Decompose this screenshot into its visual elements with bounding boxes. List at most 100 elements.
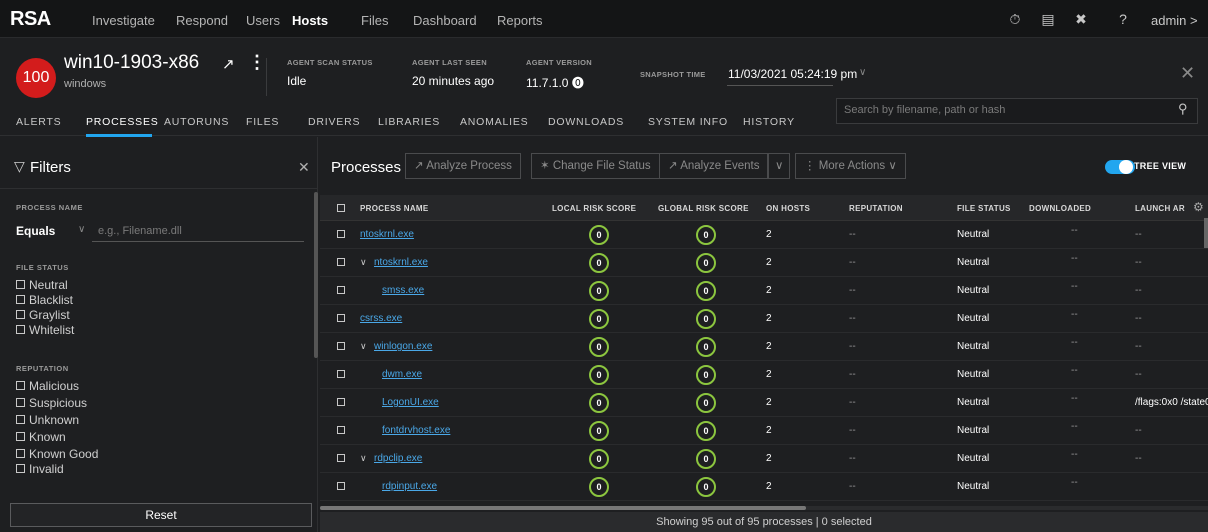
file-status-blacklist-checkbox[interactable]: Blacklist — [16, 293, 73, 307]
tab-libraries[interactable]: LIBRARIES — [378, 116, 440, 128]
chevron-down-icon[interactable]: ∨ — [859, 67, 866, 78]
tab-system-info[interactable]: SYSTEM INFO — [648, 116, 728, 128]
checkbox-icon[interactable] — [16, 464, 25, 473]
tab-downloads[interactable]: DOWNLOADS — [548, 116, 624, 128]
external-link-icon[interactable]: ↗ — [222, 55, 235, 73]
vertical-scroll-thumb[interactable] — [1204, 218, 1208, 248]
process-name-link[interactable]: csrss.exe — [360, 313, 402, 324]
checkbox-icon[interactable] — [16, 325, 25, 334]
reset-button[interactable]: Reset — [10, 503, 312, 527]
checkbox-icon[interactable] — [16, 280, 25, 289]
rsa-logo[interactable]: RSA — [10, 8, 51, 31]
column-global-risk-score[interactable]: GLOBAL RISK SCORE — [658, 204, 749, 213]
tab-history[interactable]: HISTORY — [743, 116, 795, 128]
process-name-link[interactable]: fontdrvhost.exe — [382, 425, 450, 436]
select-all-checkbox[interactable] — [337, 204, 345, 212]
change-file-status-button[interactable]: ✶ Change File Status — [531, 153, 660, 179]
process-name-link[interactable]: LogonUI.exe — [382, 397, 439, 408]
checkbox-icon[interactable] — [16, 449, 25, 458]
close-filters-icon[interactable]: ✕ — [298, 159, 310, 176]
chevron-down-icon[interactable]: ∨ — [360, 341, 367, 352]
chevron-down-icon[interactable]: ∨ — [360, 453, 367, 464]
reputation-known-checkbox[interactable]: Known — [16, 430, 66, 444]
row-checkbox[interactable] — [337, 286, 345, 294]
column-process-name[interactable]: PROCESS NAME — [360, 204, 429, 213]
reputation-unknown-checkbox[interactable]: Unknown — [16, 413, 79, 427]
process-name-link[interactable]: ntoskrnl.exe — [374, 257, 428, 268]
row-checkbox[interactable] — [337, 482, 345, 490]
file-status-graylist-checkbox[interactable]: Graylist — [16, 308, 70, 322]
gear-icon[interactable]: ⚙ — [1193, 200, 1204, 214]
more-actions-button[interactable]: ⋮ More Actions ∨ — [795, 153, 906, 179]
tab-drivers[interactable]: DRIVERS — [308, 116, 360, 128]
row-checkbox[interactable] — [337, 342, 345, 350]
notes-icon[interactable]: ▤ — [1039, 10, 1057, 28]
checkbox-icon[interactable] — [16, 381, 25, 390]
timer-icon[interactable]: ⏱ — [1006, 10, 1024, 28]
analyze-events-dropdown[interactable]: ∨ — [768, 153, 791, 179]
help-icon[interactable]: ? — [1114, 10, 1132, 28]
column-launch-arguments[interactable]: LAUNCH AR — [1135, 204, 1185, 213]
row-checkbox[interactable] — [337, 370, 345, 378]
checkbox-icon[interactable] — [16, 415, 25, 424]
reputation-suspicious-checkbox[interactable]: Suspicious — [16, 396, 87, 410]
row-checkbox[interactable] — [337, 398, 345, 406]
toggle-knob[interactable] — [1119, 160, 1133, 174]
chevron-down-icon[interactable]: ∨ — [78, 224, 85, 235]
process-name-link[interactable]: dwm.exe — [382, 369, 422, 380]
nav-hosts[interactable]: Hosts — [292, 13, 328, 28]
nav-respond[interactable]: Respond — [176, 13, 228, 28]
row-checkbox[interactable] — [337, 230, 345, 238]
tab-anomalies[interactable]: ANOMALIES — [460, 116, 528, 128]
column-reputation[interactable]: REPUTATION — [849, 204, 903, 213]
process-name-link[interactable]: ntoskrnl.exe — [360, 229, 414, 240]
column-on-hosts[interactable]: ON HOSTS — [766, 204, 810, 213]
local-risk-score-badge: 0 — [589, 309, 609, 329]
process-name-link[interactable]: rdpclip.exe — [374, 453, 422, 464]
checkbox-icon[interactable] — [16, 295, 25, 304]
chevron-down-icon[interactable]: ∨ — [360, 257, 367, 268]
snapshot-time-label: SNAPSHOT TIME — [640, 70, 706, 79]
horizontal-scroll-thumb[interactable] — [320, 506, 806, 510]
row-checkbox[interactable] — [337, 426, 345, 434]
tools-icon[interactable]: ✖ — [1072, 10, 1090, 28]
tab-alerts[interactable]: ALERTS — [16, 116, 61, 128]
reputation-known-good-checkbox[interactable]: Known Good — [16, 447, 98, 461]
checkbox-icon[interactable] — [16, 310, 25, 319]
checkbox-icon[interactable] — [16, 398, 25, 407]
process-name-link[interactable]: rdpinput.exe — [382, 481, 437, 492]
checkbox-icon[interactable] — [16, 432, 25, 441]
row-checkbox[interactable] — [337, 258, 345, 266]
column-downloaded[interactable]: DOWNLOADED — [1029, 204, 1091, 213]
filters-scrollbar[interactable] — [314, 192, 318, 358]
reputation-invalid-checkbox[interactable]: Invalid — [16, 462, 64, 476]
row-checkbox[interactable] — [337, 454, 345, 462]
search-icon[interactable]: ⚲ — [1178, 101, 1188, 117]
file-status-neutral-checkbox[interactable]: Neutral — [16, 278, 68, 292]
process-name-link[interactable]: winlogon.exe — [374, 341, 432, 352]
checkbox-label: Known Good — [29, 447, 99, 461]
nav-dashboard[interactable]: Dashboard — [413, 13, 477, 28]
reputation-malicious-checkbox[interactable]: Malicious — [16, 379, 79, 393]
analyze-process-button[interactable]: ↗ Analyze Process — [405, 153, 521, 179]
column-file-status[interactable]: FILE STATUS — [957, 204, 1011, 213]
process-name-input[interactable] — [92, 220, 304, 242]
more-options-icon[interactable]: ⋮ — [248, 52, 266, 73]
on-hosts-value: 2 — [766, 257, 772, 268]
file-status-label: FILE STATUS — [16, 263, 69, 272]
nav-files[interactable]: Files — [361, 13, 388, 28]
analyze-events-button[interactable]: ↗ Analyze Events — [659, 153, 769, 179]
tab-autoruns[interactable]: AUTORUNS — [164, 116, 229, 128]
column-local-risk-score[interactable]: LOCAL RISK SCORE — [552, 204, 636, 213]
file-status-whitelist-checkbox[interactable]: Whitelist — [16, 323, 74, 337]
tab-files[interactable]: FILES — [246, 116, 279, 128]
operator-select[interactable]: Equals — [16, 224, 55, 238]
user-menu[interactable]: admin > — [1151, 13, 1198, 28]
nav-investigate[interactable]: Investigate — [92, 13, 155, 28]
process-name-link[interactable]: smss.exe — [382, 285, 424, 296]
close-icon[interactable]: ✕ — [1180, 63, 1195, 84]
tab-processes[interactable]: PROCESSES — [86, 116, 159, 128]
row-checkbox[interactable] — [337, 314, 345, 322]
nav-reports[interactable]: Reports — [497, 13, 543, 28]
nav-users[interactable]: Users — [246, 13, 280, 28]
